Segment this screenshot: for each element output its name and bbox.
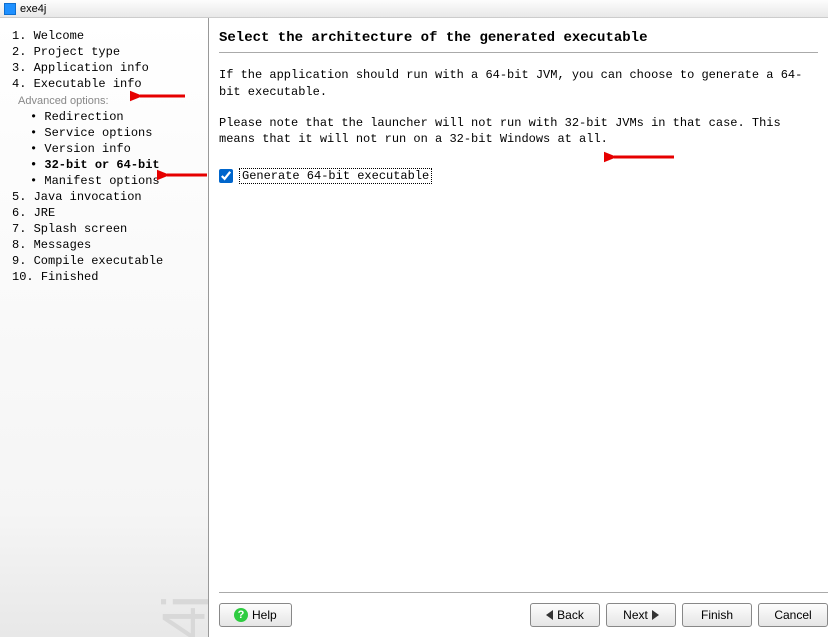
- nav-java-invocation[interactable]: 5. Java invocation: [12, 189, 202, 205]
- nav-messages[interactable]: 8. Messages: [12, 237, 202, 253]
- nav-finished[interactable]: 10. Finished: [12, 269, 202, 285]
- back-button[interactable]: Back: [530, 603, 600, 627]
- arrow-left-icon: [546, 610, 553, 620]
- nav-manifest-options[interactable]: • Manifest options: [12, 173, 202, 189]
- generate-64bit-label[interactable]: Generate 64-bit executable: [239, 168, 432, 184]
- help-icon: ?: [234, 608, 248, 622]
- nav-redirection[interactable]: • Redirection: [12, 109, 202, 125]
- generate-64bit-checkbox[interactable]: [219, 169, 233, 183]
- nav-buttons: Back Next Finish Cancel: [530, 603, 828, 627]
- nav-executable-info[interactable]: 4. Executable info: [12, 76, 202, 92]
- arrow-right-icon: [652, 610, 659, 620]
- next-button[interactable]: Next: [606, 603, 676, 627]
- window: exe4j 1. Welcome 2. Project type 3. Appl…: [0, 0, 828, 637]
- nav-jre[interactable]: 6. JRE: [12, 205, 202, 221]
- titlebar: exe4j: [0, 0, 828, 18]
- nav-version-info[interactable]: • Version info: [12, 141, 202, 157]
- advanced-options-header: Advanced options:: [12, 92, 202, 109]
- nav-splash-screen[interactable]: 7. Splash screen: [12, 221, 202, 237]
- button-bar: ? Help Back Next Finish Cancel: [219, 592, 828, 627]
- nav-compile-executable[interactable]: 9. Compile executable: [12, 253, 202, 269]
- nav-welcome[interactable]: 1. Welcome: [12, 28, 202, 44]
- nav-project-type[interactable]: 2. Project type: [12, 44, 202, 60]
- description-2: Please note that the launcher will not r…: [219, 115, 818, 149]
- cancel-button[interactable]: Cancel: [758, 603, 828, 627]
- nav-application-info[interactable]: 3. Application info: [12, 60, 202, 76]
- annotation-arrow-3: [604, 147, 679, 167]
- checkbox-row: Generate 64-bit executable: [219, 168, 818, 184]
- sidebar: 1. Welcome 2. Project type 3. Applicatio…: [0, 18, 209, 637]
- page-heading: Select the architecture of the generated…: [219, 30, 818, 53]
- main-panel: Select the architecture of the generated…: [209, 18, 828, 637]
- content: 1. Welcome 2. Project type 3. Applicatio…: [0, 18, 828, 637]
- window-title: exe4j: [20, 3, 46, 15]
- app-icon: [4, 3, 16, 15]
- nav-32-64-bit[interactable]: • 32-bit or 64-bit: [12, 157, 202, 173]
- description-1: If the application should run with a 64-…: [219, 67, 818, 101]
- watermark: exe4j: [149, 597, 209, 637]
- nav-service-options[interactable]: • Service options: [12, 125, 202, 141]
- finish-button[interactable]: Finish: [682, 603, 752, 627]
- help-button[interactable]: ? Help: [219, 603, 292, 627]
